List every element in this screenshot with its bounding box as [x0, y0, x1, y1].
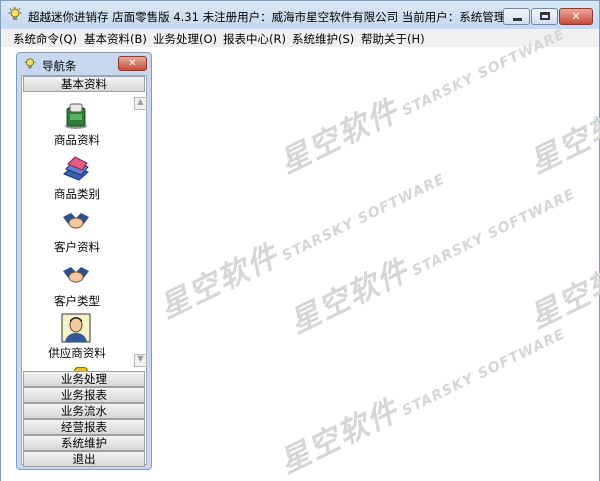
- supplier-person-icon: [61, 313, 91, 343]
- menu-system-command[interactable]: 系统命令(Q): [13, 31, 77, 47]
- nav-item-category[interactable]: 商品类别: [23, 154, 131, 206]
- arrow-up-icon: ▲: [137, 97, 144, 106]
- nav-group-business-reports[interactable]: 业务报表: [23, 387, 145, 403]
- nav-group-maintenance[interactable]: 系统维护: [23, 435, 145, 451]
- menu-maintenance[interactable]: 系统维护(S): [292, 31, 354, 47]
- nav-body: 基本资料 ▲ 商品资料 商品类别 客户资料 客户类型 供应商资料 ▼ 业务处理 …: [21, 75, 147, 467]
- nav-item-label: 供应商资料: [48, 346, 106, 360]
- category-icon: [63, 156, 89, 181]
- product-icon: [65, 103, 87, 129]
- nav-item-customer[interactable]: 客户资料: [23, 207, 131, 259]
- menu-business[interactable]: 业务处理(O): [153, 31, 217, 47]
- nav-item-supplier[interactable]: 供应商资料: [23, 313, 131, 365]
- nav-title: 导航条: [42, 59, 77, 73]
- nav-item-label: 商品类别: [54, 187, 100, 201]
- nav-item-customer-type[interactable]: 客户类型: [23, 261, 131, 313]
- menu-basic-data[interactable]: 基本资料(B): [84, 31, 147, 47]
- close-icon: ✕: [571, 10, 581, 23]
- arrow-down-icon: ▼: [137, 354, 144, 363]
- close-icon: ✕: [128, 58, 137, 69]
- menu-reports[interactable]: 报表中心(R): [223, 31, 286, 47]
- navigation-panel: 导航条 ✕ 基本资料 ▲ 商品资料 商品类别 客户资料 客户类型 供应商资料 ▼…: [16, 52, 152, 470]
- watermark-text: 星空软件: [274, 93, 405, 181]
- watermark-text: 星空软件: [274, 393, 405, 481]
- scroll-up-button[interactable]: ▲: [134, 97, 147, 110]
- watermark-subtext: STARSKY SOFTWARE: [409, 186, 578, 280]
- nav-group-business[interactable]: 业务处理: [23, 371, 145, 387]
- window-title: 超越迷你进销存 店面零售版 4.31 未注册用户：威海市星空软件有限公司 当前用…: [28, 10, 517, 24]
- watermark-text: 星空软件: [154, 238, 285, 326]
- lightbulb-icon: [24, 58, 36, 69]
- nav-item-product[interactable]: 商品资料: [23, 100, 131, 152]
- handshake-icon: [63, 267, 89, 283]
- nav-group-basic-data[interactable]: 基本资料: [23, 76, 145, 92]
- handshake-icon: [63, 213, 89, 229]
- watermark-text: 星空软件: [284, 253, 415, 341]
- lightbulb-icon: [8, 7, 22, 20]
- nav-item-label: 商品资料: [54, 133, 100, 147]
- nav-title-bar[interactable]: 导航条 ✕: [17, 53, 151, 75]
- nav-item-label: 客户资料: [54, 240, 100, 254]
- close-button[interactable]: ✕: [559, 8, 593, 25]
- scroll-down-button[interactable]: ▼: [134, 354, 147, 367]
- nav-group-operation-reports[interactable]: 经营报表: [23, 419, 145, 435]
- nav-close-button[interactable]: ✕: [118, 56, 147, 71]
- nav-item-label: 客户类型: [54, 294, 100, 308]
- nav-group-exit[interactable]: 退出: [23, 451, 145, 467]
- menu-help[interactable]: 帮助关于(H): [361, 31, 425, 47]
- watermark-subtext: STARSKY SOFTWARE: [399, 326, 568, 420]
- nav-group-business-journal[interactable]: 业务流水: [23, 403, 145, 419]
